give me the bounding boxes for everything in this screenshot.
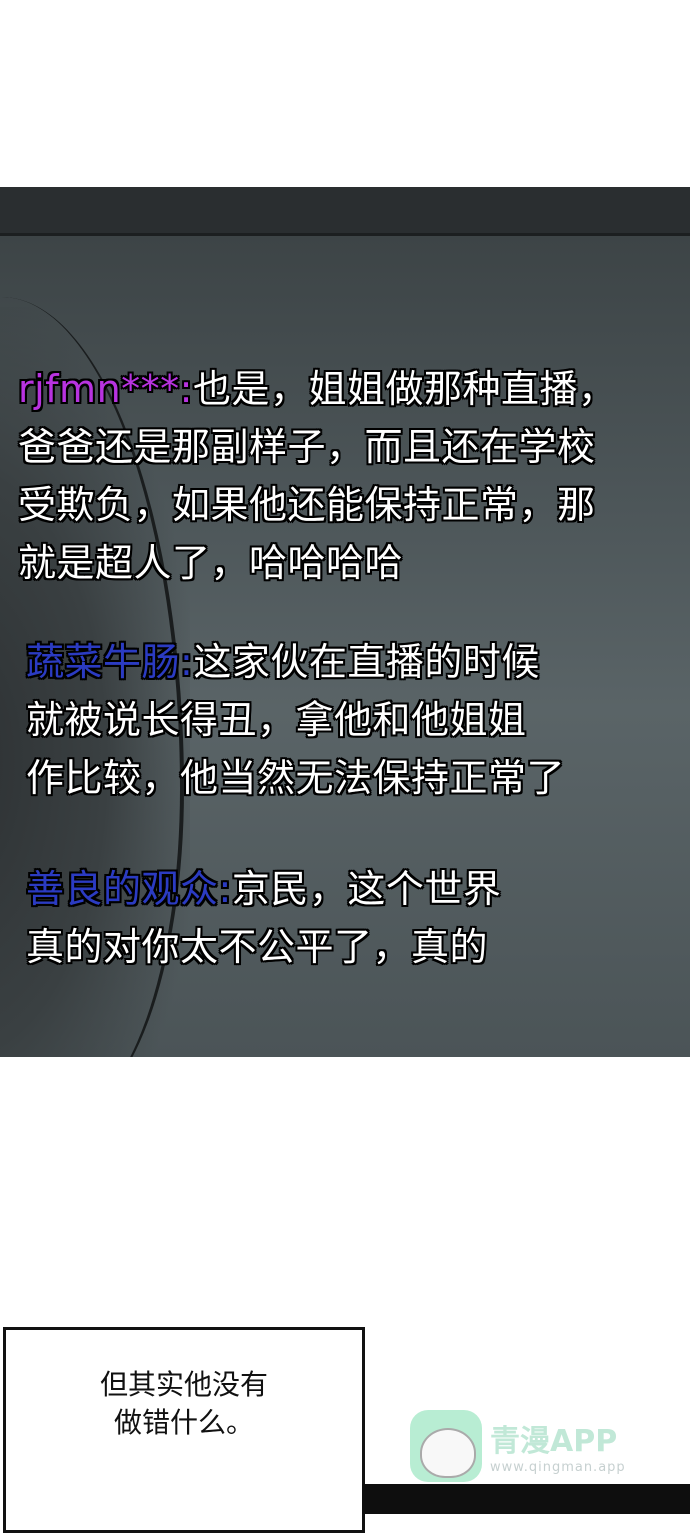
comment-username: 蔬菜牛肠 [26, 640, 181, 684]
watermark-url: www.qingman.app [490, 1460, 626, 1475]
comment-line: rjfmn***:也是，姐姐做那种直播， [18, 360, 617, 418]
comment-text: 这家伙在直播的时候 [193, 640, 540, 684]
comment-1: rjfmn***:也是，姐姐做那种直播， 爸爸还是那副样子，而且还在学校 受欺负… [18, 360, 617, 592]
narration-box: 但其实他没有 做错什么。 [3, 1327, 365, 1533]
watermark: 青漫APP www.qingman.app [410, 1410, 660, 1490]
comment-line: 就是超人了，哈哈哈哈 [18, 541, 404, 585]
comment-separator: : [179, 367, 193, 411]
comment-line: 就被说长得丑，拿他和他姐姐 [26, 698, 527, 742]
comment-line: 真的对你太不公平了，真的 [26, 925, 489, 969]
comment-2: 蔬菜牛肠:这家伙在直播的时候 就被说长得丑，拿他和他姐姐 作比较，他当然无法保持… [26, 633, 565, 807]
narration-text: 但其实他没有 做错什么。 [6, 1366, 362, 1442]
comment-username: rjfmn*** [18, 367, 180, 411]
narration-line: 但其实他没有 [99, 1368, 268, 1401]
panel-frame-line [0, 233, 690, 236]
comment-text: 京民，这个世界 [231, 867, 502, 911]
cat-logo-icon [410, 1410, 482, 1482]
comment-line: 善良的观众:京民，这个世界 [26, 860, 501, 918]
comment-text: 也是，姐姐做那种直播， [192, 367, 617, 411]
cat-face-icon [420, 1428, 476, 1478]
comment-line: 蔬菜牛肠:这家伙在直播的时候 [26, 633, 565, 691]
comment-username: 善良的观众 [26, 867, 219, 911]
watermark-title: 青漫APP [490, 1424, 618, 1459]
narration-line: 做错什么。 [113, 1406, 254, 1439]
comment-line: 受欺负，如果他还能保持正常，那 [18, 483, 596, 527]
panel-top-band [0, 187, 690, 235]
comment-line: 爸爸还是那副样子，而且还在学校 [18, 425, 596, 469]
comment-3: 善良的观众:京民，这个世界 真的对你太不公平了，真的 [26, 860, 501, 976]
comment-separator: : [180, 640, 194, 684]
comment-separator: : [218, 867, 232, 911]
comment-line: 作比较，他当然无法保持正常了 [26, 756, 566, 800]
